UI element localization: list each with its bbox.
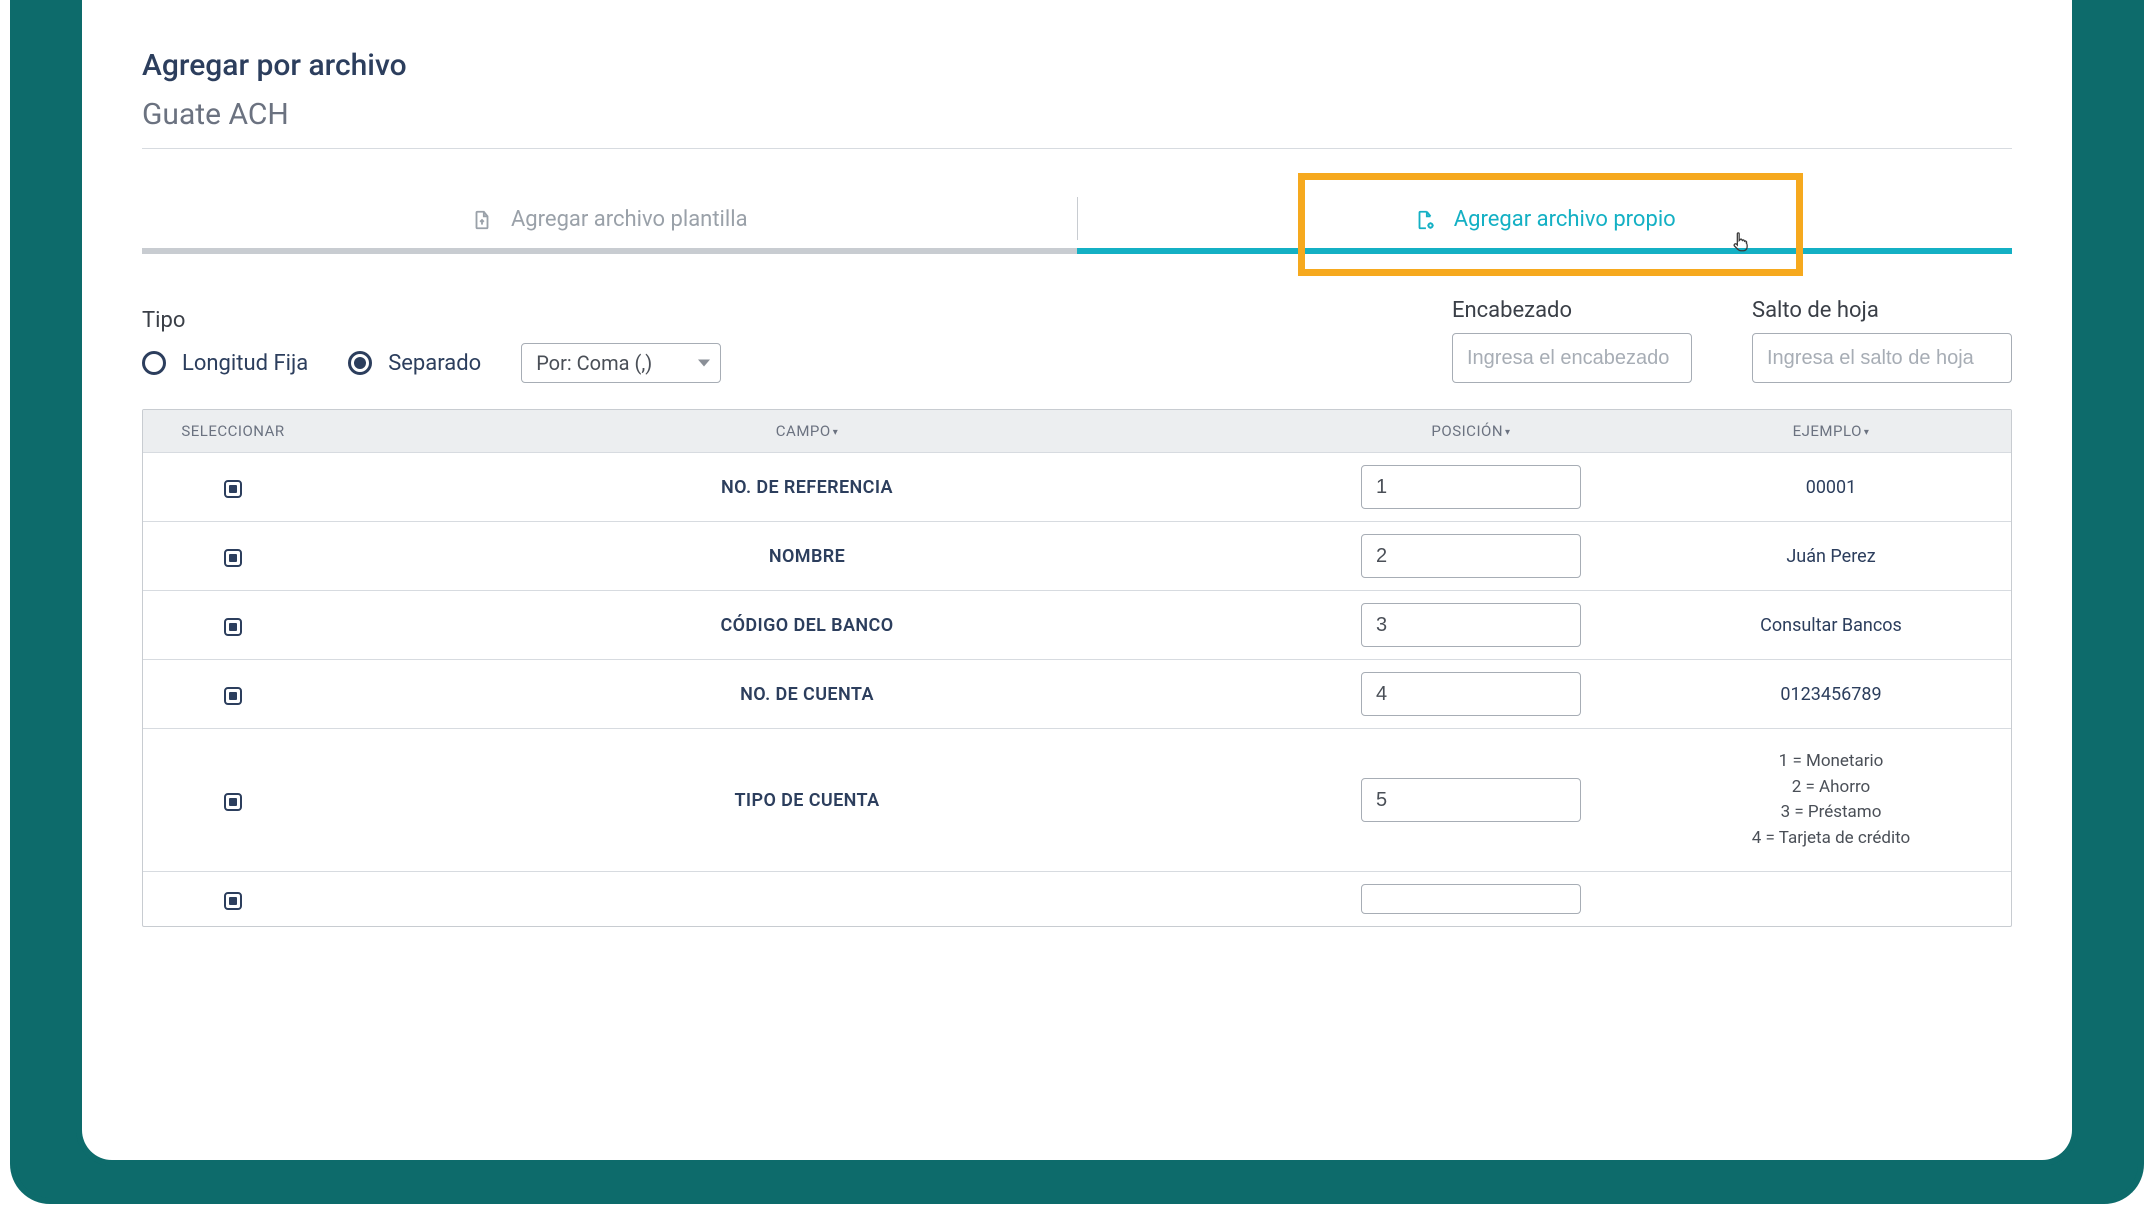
radio-circle-icon (142, 351, 166, 375)
position-input[interactable] (1361, 465, 1581, 509)
position-input[interactable] (1361, 778, 1581, 822)
radio-separated-label: Separado (388, 351, 481, 376)
row-field-label: CÓDIGO DEL BANCO (323, 603, 1291, 648)
row-example: 0123456789 (1651, 672, 2011, 717)
table-row: TIPO DE CUENTA 1 = Monetario2 = Ahorro3 =… (143, 728, 2011, 871)
header-field-label: Encabezado (1452, 298, 1692, 323)
table-row: CÓDIGO DEL BANCO Consultar Bancos (143, 590, 2011, 659)
separator-select-value: Por: Coma (,) (536, 351, 652, 375)
table-row (143, 871, 2011, 926)
row-example: 1 = Monetario2 = Ahorro3 = Préstamo4 = T… (1651, 729, 2011, 871)
tab-own-file[interactable]: Agregar archivo propio (1078, 189, 2013, 248)
page-title: Agregar por archivo (142, 48, 2012, 83)
th-example[interactable]: EJEMPLO▾ (1651, 410, 2011, 452)
table-row: NO. DE REFERENCIA 00001 (143, 452, 2011, 521)
row-example (1651, 887, 2011, 911)
position-input[interactable] (1361, 534, 1581, 578)
position-input[interactable] (1361, 603, 1581, 647)
radio-fixed-length[interactable]: Longitud Fija (142, 351, 308, 376)
tab-template-file[interactable]: Agregar archivo plantilla (142, 189, 1077, 248)
radio-separated[interactable]: Separado (348, 351, 481, 376)
th-field[interactable]: CAMPO▾ (323, 410, 1291, 452)
fields-table: SELECCIONAR CAMPO▾ POSICIÓN▾ EJEMPLO▾ NO… (142, 409, 2012, 927)
row-checkbox[interactable] (224, 793, 242, 811)
table-row: NOMBRE Juán Perez (143, 521, 2011, 590)
pagebreak-field-group: Salto de hoja (1752, 298, 2012, 383)
tab-own-label: Agregar archivo propio (1454, 207, 1676, 232)
type-group: Tipo Longitud Fija Separado Por: Coma (,… (142, 308, 721, 383)
row-example: Juán Perez (1651, 534, 2011, 579)
file-upload-icon (471, 209, 493, 231)
divider (142, 148, 2012, 149)
tabs: Agregar archivo plantilla Agregar archiv (142, 189, 2012, 254)
sort-icon: ▾ (1505, 427, 1511, 438)
row-field-label: NOMBRE (323, 534, 1291, 579)
th-select[interactable]: SELECCIONAR (143, 410, 323, 452)
pagebreak-field-label: Salto de hoja (1752, 298, 2012, 323)
position-input[interactable] (1361, 672, 1581, 716)
table-header: SELECCIONAR CAMPO▾ POSICIÓN▾ EJEMPLO▾ (143, 410, 2011, 452)
controls-row: Tipo Longitud Fija Separado Por: Coma (,… (142, 298, 2012, 383)
row-field-label (323, 887, 1291, 911)
file-gear-icon (1414, 209, 1436, 231)
row-example: Consultar Bancos (1651, 603, 2011, 648)
row-field-label: NO. DE REFERENCIA (323, 465, 1291, 510)
position-input[interactable] (1361, 884, 1581, 914)
row-checkbox[interactable] (224, 618, 242, 636)
pagebreak-input[interactable] (1752, 333, 2012, 383)
sort-icon: ▾ (1864, 427, 1870, 438)
app-screen: Agregar por archivo Guate ACH Agregar ar… (92, 0, 2062, 1150)
radio-circle-icon (348, 351, 372, 375)
page-subtitle: Guate ACH (142, 97, 2012, 148)
table-row: NO. DE CUENTA 0123456789 (143, 659, 2011, 728)
row-example: 00001 (1651, 465, 2011, 510)
sort-icon: ▾ (833, 427, 839, 438)
row-checkbox[interactable] (224, 892, 242, 910)
radio-fixed-label: Longitud Fija (182, 351, 308, 376)
active-tab-underline (1077, 248, 2012, 254)
header-field-group: Encabezado (1452, 298, 1692, 383)
row-field-label: TIPO DE CUENTA (323, 778, 1291, 823)
th-position[interactable]: POSICIÓN▾ (1291, 410, 1651, 452)
row-field-label: NO. DE CUENTA (323, 672, 1291, 717)
tab-template-label: Agregar archivo plantilla (511, 207, 748, 232)
separator-select[interactable]: Por: Coma (,) (521, 343, 721, 383)
row-checkbox[interactable] (224, 480, 242, 498)
header-input[interactable] (1452, 333, 1692, 383)
chevron-down-icon (698, 360, 710, 367)
device-frame: Agregar por archivo Guate ACH Agregar ar… (10, 0, 2144, 1204)
screen-bezel: Agregar por archivo Guate ACH Agregar ar… (76, 0, 2078, 1166)
type-radio-row: Longitud Fija Separado Por: Coma (,) (142, 343, 721, 383)
type-label: Tipo (142, 308, 721, 333)
row-checkbox[interactable] (224, 549, 242, 567)
row-checkbox[interactable] (224, 687, 242, 705)
